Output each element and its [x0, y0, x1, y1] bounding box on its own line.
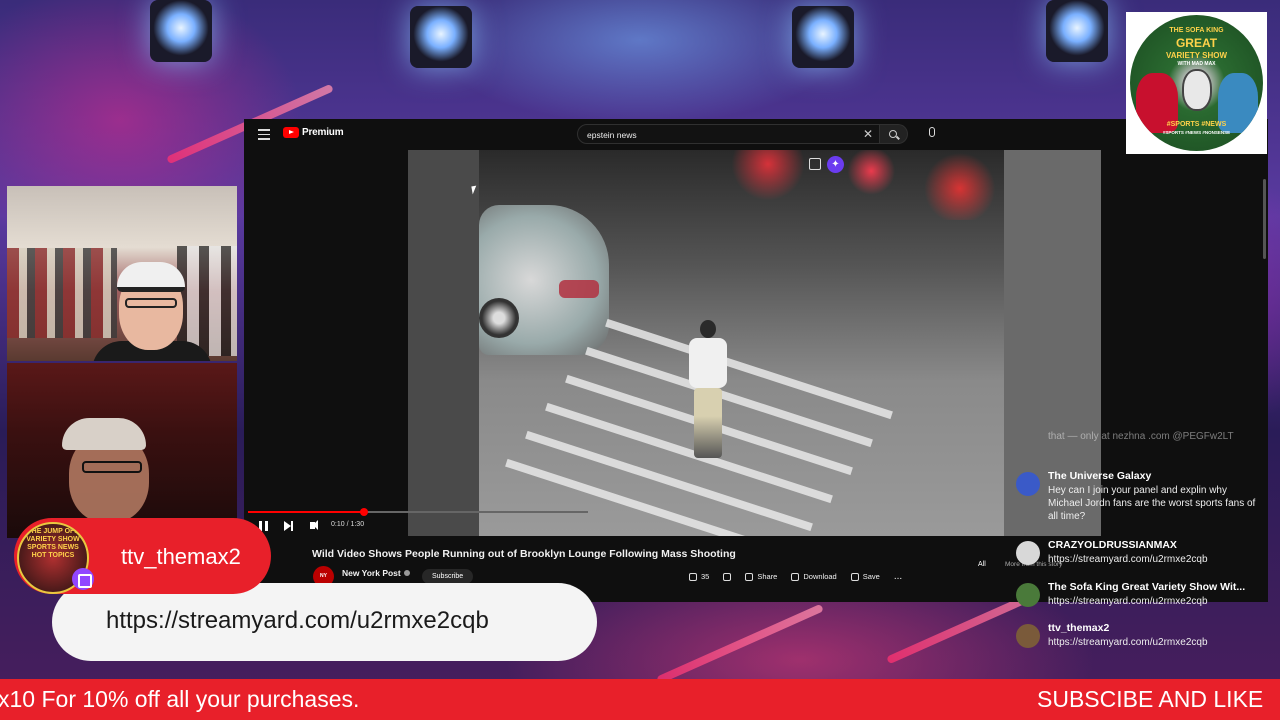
youtube-topbar: Premium ✕: [244, 119, 1268, 150]
chat-author: The Sofa King Great Variety Show Wit...: [1048, 581, 1246, 593]
thumbs-down-icon: [723, 572, 732, 581]
chat-avatar: [1016, 624, 1040, 648]
memorabilia-shelf: [7, 248, 117, 338]
progress-bar[interactable]: [248, 508, 588, 516]
pedestrian: [684, 320, 732, 460]
bookmark-icon: [850, 572, 859, 581]
car-wheel: [479, 298, 519, 338]
news-ticker: x10 For 10% off all your purchases. SUBS…: [0, 679, 1280, 720]
save-button[interactable]: Save: [850, 572, 880, 581]
video-overlay-icons: ✦: [809, 156, 844, 173]
share-button[interactable]: Share: [745, 572, 777, 581]
share-icon: [745, 572, 754, 581]
chat-avatar: [1016, 541, 1040, 565]
chat-avatar: [1016, 583, 1040, 607]
more-options-icon[interactable]: ...: [894, 571, 902, 582]
subscribe-button[interactable]: Subscribe: [422, 569, 474, 584]
video-title: Wild Video Shows People Running out of B…: [312, 548, 736, 560]
chat-avatar: [1016, 472, 1040, 496]
channel-name[interactable]: New York Post: [342, 568, 410, 578]
stream-url-pill: https://streamyard.com/u2rmxe2cqb: [52, 583, 597, 661]
sparkle-icon[interactable]: ✦: [827, 156, 844, 173]
clear-search-icon[interactable]: ✕: [863, 127, 873, 141]
verified-icon: [403, 570, 410, 576]
ticker-text-right: SUBSCIBE AND LIKE: [1037, 686, 1264, 712]
youtube-window: Premium ✕: [244, 119, 1268, 602]
stream-url: https://streamyard.com/u2rmxe2cqb: [106, 607, 489, 634]
host-cap: [117, 262, 185, 292]
thumbs-up-icon: [689, 572, 697, 581]
chat-faded-message: that — only at nezhna .com @PEGFw2LT: [1048, 431, 1234, 442]
like-count: 35: [701, 572, 710, 581]
miniplayer-icon[interactable]: [809, 158, 821, 170]
menu-icon[interactable]: [258, 129, 270, 140]
chat-text: https://streamyard.com/u2rmxe2cqb: [1048, 554, 1208, 565]
hockey-mask-figure: [1182, 69, 1212, 111]
stage-light: [410, 6, 472, 68]
host-name: ttv_themax2: [121, 544, 241, 569]
webcam-guest: [7, 363, 237, 538]
ticker-text-left: x10 For 10% off all your purchases.: [0, 686, 360, 712]
progress-handle[interactable]: [359, 508, 368, 516]
video-frame[interactable]: ✦: [479, 150, 1004, 536]
webcam-host: [7, 186, 237, 361]
chat-text: https://streamyard.com/u2rmxe2cqb: [1048, 637, 1208, 648]
scrollbar[interactable]: [1263, 179, 1266, 259]
chat-text: https://streamyard.com/u2rmxe2cqb: [1048, 596, 1208, 607]
youtube-logo[interactable]: Premium: [283, 127, 344, 138]
video-player[interactable]: ✦: [408, 150, 1101, 536]
volume-icon[interactable]: [310, 520, 318, 530]
search-icon[interactable]: [880, 124, 908, 144]
police-lights: [709, 150, 1004, 220]
jerseys: [177, 246, 237, 356]
time-display: 0:10 / 1:30: [331, 521, 365, 528]
download-icon: [791, 572, 800, 581]
youtube-play-icon: [283, 127, 299, 138]
show-logo: THE SOFA KING GREAT VARIETY SHOW WITH MA…: [1126, 12, 1267, 154]
chat-text: Hey can I join your panel and explin why…: [1048, 485, 1256, 522]
youtube-logo-text: Premium: [302, 127, 344, 138]
like-button[interactable]: 35: [689, 572, 709, 581]
video-letterbox-left: [408, 150, 479, 536]
search-box: ✕: [577, 124, 880, 144]
video-actions: 35 Share Download Save ...: [689, 571, 902, 582]
twitch-icon: [72, 568, 94, 590]
logo-disc: THE SOFA KING GREAT VARIETY SHOW WITH MA…: [1130, 15, 1263, 151]
next-icon[interactable]: [284, 521, 293, 531]
car-taillight: [559, 280, 599, 298]
channel-name-text: New York Post: [342, 568, 401, 578]
dislike-button[interactable]: [723, 572, 732, 581]
stage-light: [1046, 0, 1108, 62]
stage-light: [150, 0, 212, 62]
stage-light: [792, 6, 854, 68]
chat-author: CRAZYOLDRUSSIANMAX: [1048, 539, 1177, 551]
microphone-icon[interactable]: [929, 127, 935, 137]
progress-fill: [248, 511, 364, 513]
host-glasses: [125, 298, 177, 308]
download-button[interactable]: Download: [791, 572, 837, 581]
guest-glasses: [82, 461, 142, 473]
chat-author: ttv_themax2: [1048, 622, 1110, 634]
chat-author: The Universe Galaxy: [1048, 470, 1152, 482]
search-input[interactable]: [587, 128, 847, 141]
chip-all[interactable]: All: [978, 561, 986, 568]
guest-cap: [62, 418, 146, 450]
